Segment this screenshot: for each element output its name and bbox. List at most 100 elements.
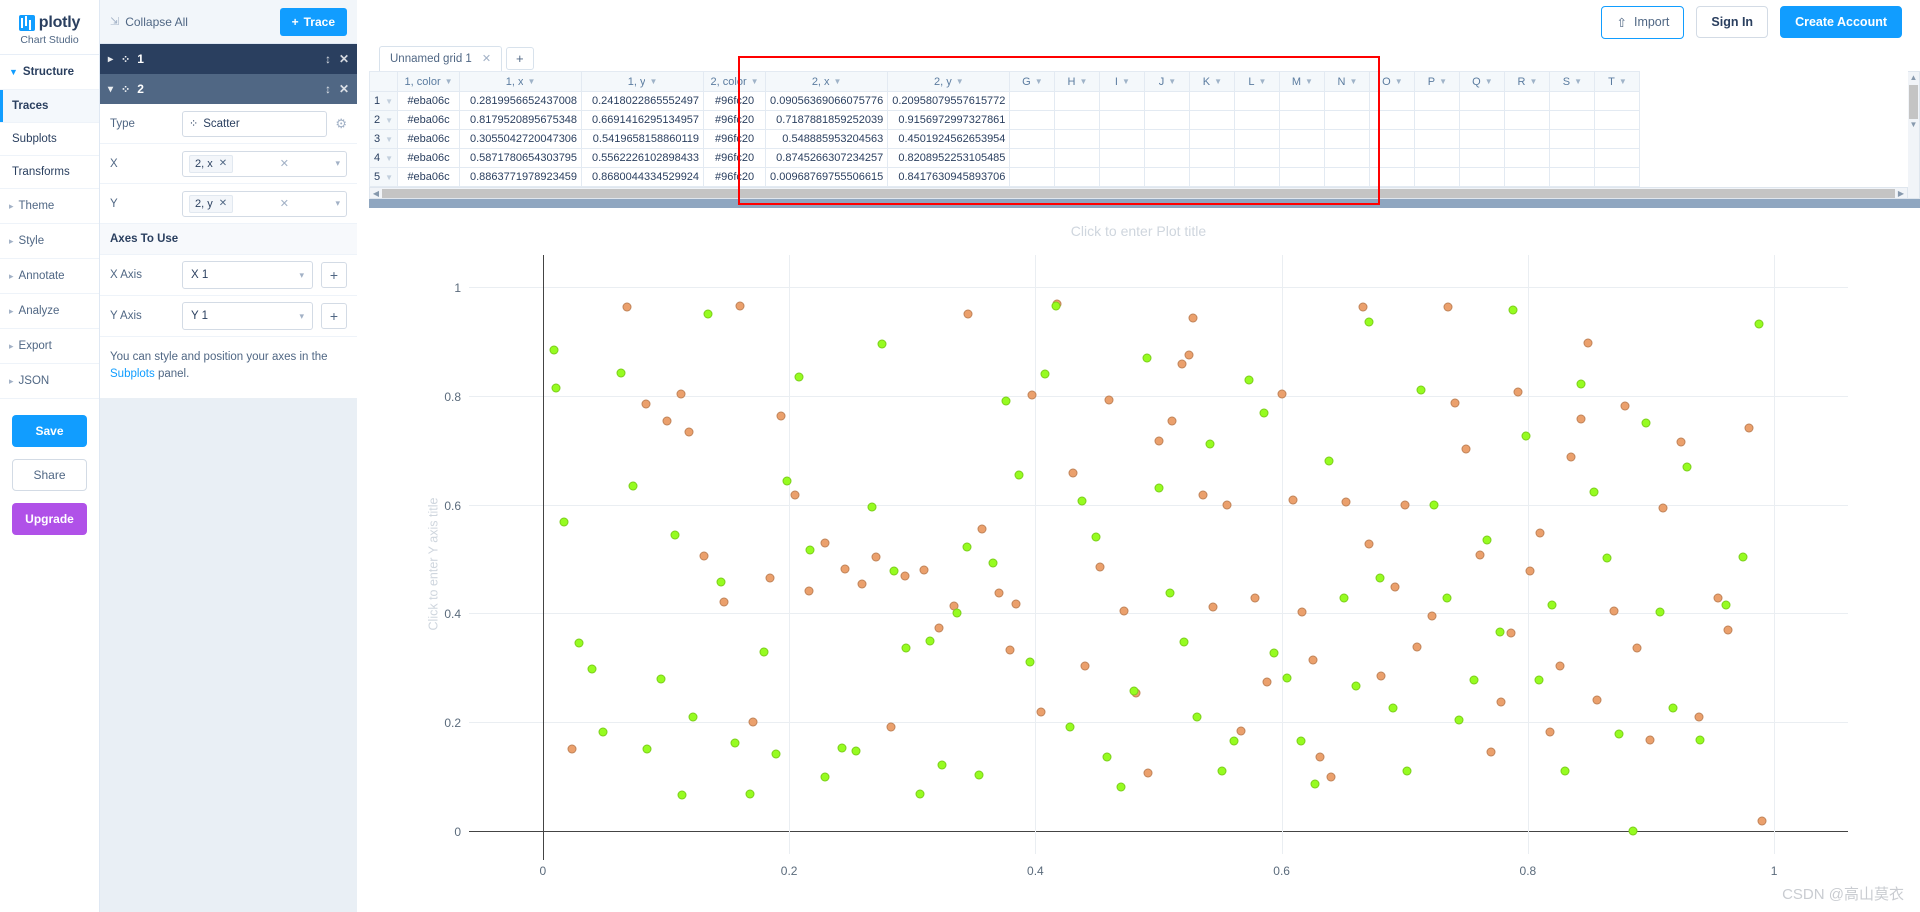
table-cell[interactable] <box>1414 167 1461 187</box>
y-data-select[interactable]: 2, y ✕ ✕ ▾ <box>182 190 347 217</box>
scatter-point[interactable] <box>1695 735 1705 745</box>
grid-bottom-resizer[interactable] <box>369 199 1920 208</box>
column-header-g[interactable]: G ▼ <box>1009 71 1056 92</box>
scatter-point[interactable] <box>840 564 850 573</box>
table-cell[interactable]: 0.00968769755506615 <box>765 167 889 187</box>
table-cell[interactable] <box>1144 110 1191 130</box>
trace-header-1[interactable]: ▸ ⁘ 1 ↕ ✕ <box>100 44 357 74</box>
scatter-point[interactable] <box>857 579 867 589</box>
table-cell[interactable] <box>1594 129 1641 149</box>
table-cell[interactable] <box>1549 129 1596 149</box>
table-cell[interactable] <box>1369 167 1416 187</box>
scatter-point[interactable] <box>1364 539 1374 549</box>
column-header-j[interactable]: J ▼ <box>1144 71 1191 92</box>
scatter-point[interactable] <box>1609 606 1619 616</box>
table-row[interactable]: 5 ▼ #eba06c 0.8863771978923459 0.86800443345… <box>369 167 1641 187</box>
scatter-point[interactable] <box>1014 470 1024 480</box>
vscroll-thumb[interactable] <box>1909 85 1918 119</box>
row-number-cell[interactable]: 3 ▼ <box>369 129 399 149</box>
scatter-point[interactable] <box>1461 444 1471 454</box>
scatter-point[interactable] <box>1077 496 1087 506</box>
scatter-point[interactable] <box>900 571 910 581</box>
column-header-r[interactable]: R ▼ <box>1504 71 1551 92</box>
nav-group-theme[interactable]: ▸ Theme <box>0 189 99 224</box>
scatter-point[interactable] <box>1555 661 1565 671</box>
grid-horizontal-scrollbar[interactable]: ◀ ▶ <box>369 187 1908 199</box>
column-header-k[interactable]: K ▼ <box>1189 71 1236 92</box>
scatter-point[interactable] <box>1326 772 1336 782</box>
row-menu-icon[interactable]: ▼ <box>385 97 393 106</box>
scatter-point[interactable] <box>748 717 758 727</box>
scatter-point[interactable] <box>1400 500 1410 510</box>
scatter-point[interactable] <box>1198 490 1208 500</box>
table-cell[interactable] <box>1279 129 1326 149</box>
scatter-point[interactable] <box>794 372 804 382</box>
table-cell[interactable] <box>1054 91 1101 111</box>
scatter-point[interactable] <box>1376 671 1386 680</box>
scatter-point[interactable] <box>1620 401 1630 411</box>
scatter-point[interactable] <box>1095 562 1105 572</box>
save-button[interactable]: Save <box>12 415 87 447</box>
scatter-point[interactable] <box>1091 532 1101 542</box>
scatter-point[interactable] <box>952 608 962 618</box>
table-cell[interactable] <box>1594 91 1641 111</box>
scatter-point[interactable] <box>1288 495 1298 505</box>
table-cell[interactable] <box>1279 167 1326 187</box>
table-cell[interactable]: #96fc20 <box>703 129 767 149</box>
add-x-axis-button[interactable]: + <box>321 262 347 288</box>
delete-trace-icon[interactable]: ✕ <box>339 52 349 66</box>
scatter-point[interactable] <box>1262 677 1272 687</box>
scatter-point[interactable] <box>889 566 899 576</box>
scatter-point[interactable] <box>1188 313 1198 323</box>
scatter-point[interactable] <box>1011 599 1021 609</box>
scatter-point[interactable] <box>1402 766 1412 776</box>
scatter-point[interactable] <box>877 339 887 349</box>
table-cell[interactable] <box>1144 129 1191 149</box>
table-cell[interactable] <box>1189 129 1236 149</box>
scatter-point[interactable] <box>1521 431 1531 441</box>
scatter-point[interactable] <box>1723 625 1733 635</box>
table-cell[interactable] <box>1009 129 1056 149</box>
nav-group-annotate[interactable]: ▸ Annotate <box>0 259 99 294</box>
sort-arrow-icon[interactable]: ▼ <box>527 77 535 86</box>
chevron-down-icon[interactable]: ▾ <box>335 158 340 169</box>
table-cell[interactable]: 0.2819956652437008 <box>459 91 583 111</box>
scatter-point[interactable] <box>925 636 935 646</box>
scatter-point[interactable] <box>735 301 745 311</box>
table-cell[interactable]: #96fc20 <box>703 148 767 168</box>
table-cell[interactable] <box>1549 167 1596 187</box>
scatter-point[interactable] <box>1104 395 1114 405</box>
table-cell[interactable] <box>1324 167 1371 187</box>
scatter-point[interactable] <box>1486 747 1496 757</box>
table-cell[interactable] <box>1324 91 1371 111</box>
table-cell[interactable] <box>1009 167 1056 187</box>
scatter-point[interactable] <box>1682 462 1692 472</box>
scatter-point[interactable] <box>1545 727 1555 737</box>
scatter-point[interactable] <box>1065 722 1075 732</box>
column-header-p[interactable]: P ▼ <box>1414 71 1461 92</box>
sort-arrow-icon[interactable]: ▼ <box>1168 77 1176 86</box>
table-cell[interactable] <box>1099 110 1146 130</box>
scatter-point[interactable] <box>1269 648 1279 658</box>
scatter-point[interactable] <box>1416 385 1426 395</box>
scatter-point[interactable] <box>574 638 584 648</box>
trace-header-2[interactable]: ▾ ⁘ 2 ↕ ✕ <box>100 74 357 104</box>
scatter-point[interactable] <box>716 577 726 587</box>
sort-arrow-icon[interactable]: ▼ <box>1439 77 1447 86</box>
scatter-point[interactable] <box>1525 566 1535 576</box>
scatter-point[interactable] <box>1658 503 1668 513</box>
scatter-point[interactable] <box>1358 302 1368 312</box>
column-header-1-color[interactable]: 1, color ▼ <box>397 71 461 92</box>
table-cell[interactable] <box>1594 167 1641 187</box>
scatter-point[interactable] <box>1277 389 1287 399</box>
table-cell[interactable] <box>1324 110 1371 130</box>
scatter-point[interactable] <box>1167 416 1177 426</box>
scatter-point[interactable] <box>1027 390 1037 400</box>
column-header-m[interactable]: M ▼ <box>1279 71 1326 92</box>
table-cell[interactable]: 0.2418022865552497 <box>581 91 705 111</box>
grid-vertical-scrollbar[interactable]: ▲ ▼ <box>1908 71 1920 199</box>
scatter-point[interactable] <box>641 399 651 409</box>
scatter-point[interactable] <box>919 565 929 575</box>
table-cell[interactable] <box>1369 148 1416 168</box>
scatter-point[interactable] <box>977 524 987 534</box>
